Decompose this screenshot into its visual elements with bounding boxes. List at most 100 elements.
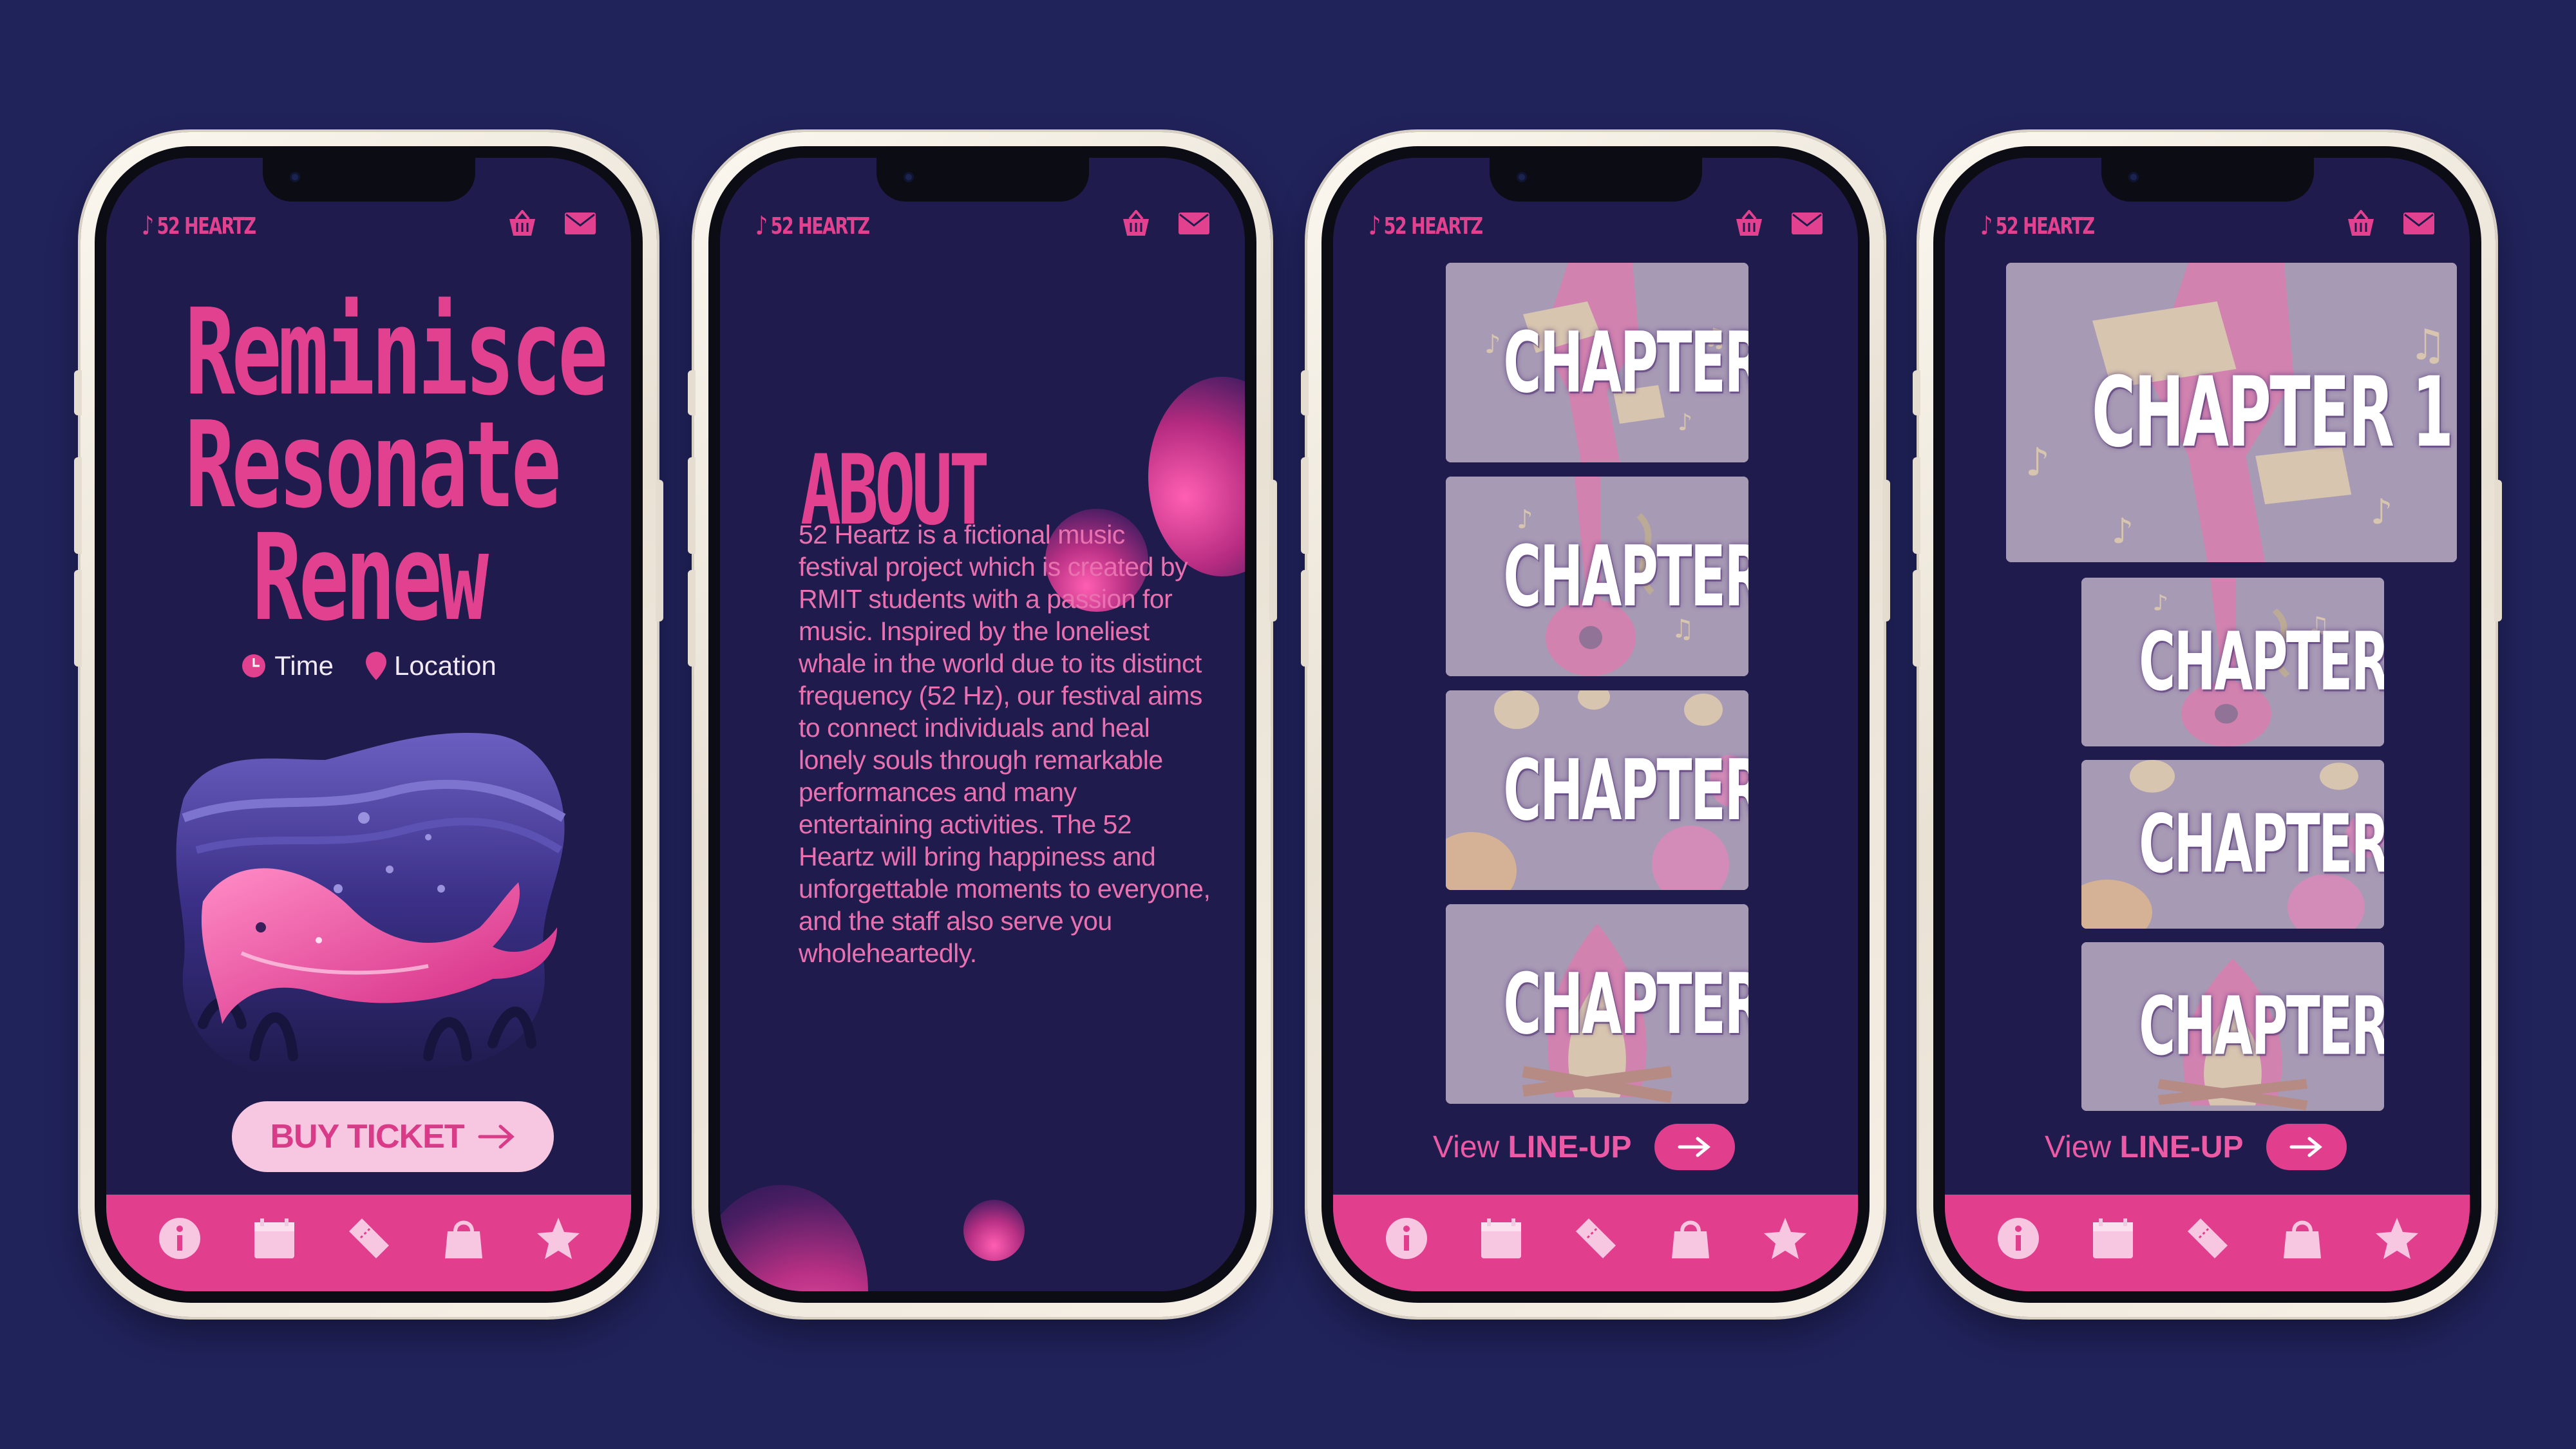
camera <box>289 172 300 182</box>
tab-calendar[interactable] <box>250 1214 299 1263</box>
chapter-2-label: CHAPTER 2 <box>1503 527 1748 625</box>
tab-shop[interactable] <box>439 1214 488 1263</box>
basket-icon[interactable] <box>507 209 538 240</box>
decor-orb <box>963 1200 1025 1261</box>
mail-icon[interactable] <box>2403 213 2434 237</box>
arrow-right-icon <box>1678 1137 1710 1157</box>
location-pin-icon <box>365 652 386 680</box>
tab-info[interactable] <box>1382 1214 1431 1263</box>
time-info[interactable]: Time <box>241 650 334 681</box>
chapter-1-label: CHAPTER 1 <box>1503 314 1748 412</box>
info-icon <box>158 1217 200 1259</box>
location-label: Location <box>393 650 497 681</box>
bag-icon <box>1671 1220 1709 1258</box>
tab-tickets[interactable] <box>1571 1214 1620 1263</box>
about-body: 52 Heartz is a fictional music festival … <box>799 520 1211 968</box>
ticket-icon <box>348 1218 389 1258</box>
music-note-icon: ♪ <box>1980 211 1993 241</box>
phone-home: ♪ 52 HEARTZ Reminisce Resonate Renew Time… <box>74 132 663 1317</box>
logo-text: 52 HEARTZ <box>1383 213 1483 240</box>
tab-calendar[interactable] <box>2088 1214 2137 1263</box>
notch <box>876 158 1089 202</box>
bag-icon <box>2283 1220 2321 1258</box>
logo[interactable]: ♪ 52 HEARTZ <box>142 211 256 241</box>
chapter-3-card[interactable]: CHAPTER 3 <box>1446 690 1748 890</box>
chapter-2-label: CHAPTER 2 <box>2139 615 2384 709</box>
location-info[interactable]: Location <box>365 650 497 681</box>
phone-button <box>688 370 696 415</box>
phone-button <box>2494 480 2502 621</box>
tab-bar <box>1333 1195 1858 1291</box>
screen-chapters: ♪52 HEARTZ ♪♫♪ CHAPTER 1 ♪♫ CHAPTER 2 CH… <box>1333 158 1858 1291</box>
chapter-4-card[interactable]: CHAPTER 4 <box>2081 942 2384 1111</box>
basket-icon[interactable] <box>1121 209 1151 240</box>
mail-icon[interactable] <box>565 213 596 237</box>
headline-line: Resonate <box>185 395 562 535</box>
phone-about: ♪ 52 HEARTZ ABOUT 52 Heartz is a fictiona… <box>688 132 1277 1317</box>
notch <box>1489 158 1702 202</box>
view-lineup-button[interactable] <box>2266 1124 2347 1170</box>
tab-shop[interactable] <box>1666 1214 1715 1263</box>
logo[interactable]: ♪ 52 HEARTZ <box>1368 211 1483 241</box>
tab-favorites[interactable] <box>534 1214 583 1263</box>
tab-calendar[interactable] <box>1477 1214 1526 1263</box>
top-bar: ♪ 52 HEARTZ <box>1368 206 1823 245</box>
tab-favorites[interactable] <box>1761 1214 1810 1263</box>
star-icon <box>536 1217 580 1259</box>
chapter-4-label: CHAPTER 4 <box>2139 980 2384 1074</box>
chapter-1-card-active[interactable]: ♪ ♫ ♪ ♪ CHAPTER 1 <box>2006 263 2457 562</box>
mail-icon[interactable] <box>1792 213 1823 237</box>
buy-ticket-button[interactable]: BUY TICKET <box>232 1101 554 1172</box>
star-icon <box>1763 1217 1806 1259</box>
arrow-right-icon <box>478 1124 515 1149</box>
chapter-2-card[interactable]: ♪♫ CHAPTER 2 <box>2081 578 2384 746</box>
notch <box>2101 158 2314 202</box>
lineup-text: LINE-UP <box>2119 1130 2244 1164</box>
view-lineup-button[interactable] <box>1654 1124 1735 1170</box>
basket-icon[interactable] <box>1734 209 1765 240</box>
decor-orb <box>720 1185 868 1291</box>
tab-tickets[interactable] <box>2183 1214 2232 1263</box>
camera <box>2128 172 2139 182</box>
tab-shop[interactable] <box>2278 1214 2327 1263</box>
phone-chapters: ♪52 HEARTZ ♪♫♪ CHAPTER 1 ♪♫ CHAPTER 2 CH… <box>1301 132 1890 1317</box>
phone-button <box>1269 480 1277 621</box>
time-label: Time <box>274 650 334 681</box>
top-bar: ♪ 52 HEARTZ <box>142 206 596 245</box>
phone-button <box>1913 570 1920 667</box>
view-lineup-text[interactable]: View LINE-UP <box>2045 1130 2244 1165</box>
ticket-icon <box>2187 1218 2228 1258</box>
tab-info[interactable] <box>1994 1214 2043 1263</box>
view-text: View <box>2045 1130 2112 1164</box>
tab-tickets[interactable] <box>345 1214 393 1263</box>
chapter-1-card[interactable]: ♪♫♪ CHAPTER 1 <box>1446 263 1748 462</box>
top-bar: ♪ 52 HEARTZ <box>755 206 1209 245</box>
tab-bar <box>1945 1195 2470 1291</box>
event-meta: Time Location <box>106 650 631 681</box>
phone-button <box>74 457 82 554</box>
whale-illustration <box>176 733 566 1075</box>
music-note-icon: ♪ <box>1368 211 1381 241</box>
music-note-icon: ♪ <box>142 211 154 241</box>
tab-info[interactable] <box>155 1214 204 1263</box>
lineup-text: LINE-UP <box>1508 1130 1632 1164</box>
top-bar: ♪ 52 HEARTZ <box>1980 206 2434 245</box>
logo[interactable]: ♪ 52 HEARTZ <box>755 211 870 241</box>
phone-button <box>1913 457 1920 554</box>
camera <box>903 172 914 182</box>
star-icon <box>2375 1217 2418 1259</box>
view-lineup-row: View LINE-UP <box>2045 1124 2347 1170</box>
phone-chapters-expanded: ♪52 HEARTZ ♪♫♪♪ CHAPTER 1 ♪♫ CHAPTER 2 C… <box>1913 132 2502 1317</box>
arrow-right-icon <box>2289 1137 2322 1157</box>
phone-button <box>1301 370 1309 415</box>
tab-favorites[interactable] <box>2372 1214 2421 1263</box>
mail-icon[interactable] <box>1179 213 1209 237</box>
logo[interactable]: ♪ 52 HEARTZ <box>1980 211 2095 241</box>
calendar-icon <box>2092 1218 2133 1258</box>
chapter-4-card[interactable]: CHAPTER 4 <box>1446 904 1748 1104</box>
basket-icon[interactable] <box>2345 209 2376 240</box>
chapter-2-card[interactable]: ♪♫ CHAPTER 2 <box>1446 477 1748 676</box>
screen-home: ♪ 52 HEARTZ Reminisce Resonate Renew Time… <box>106 158 631 1291</box>
view-lineup-text[interactable]: View LINE-UP <box>1433 1130 1632 1165</box>
chapter-3-card[interactable]: CHAPTER 3 <box>2081 760 2384 929</box>
